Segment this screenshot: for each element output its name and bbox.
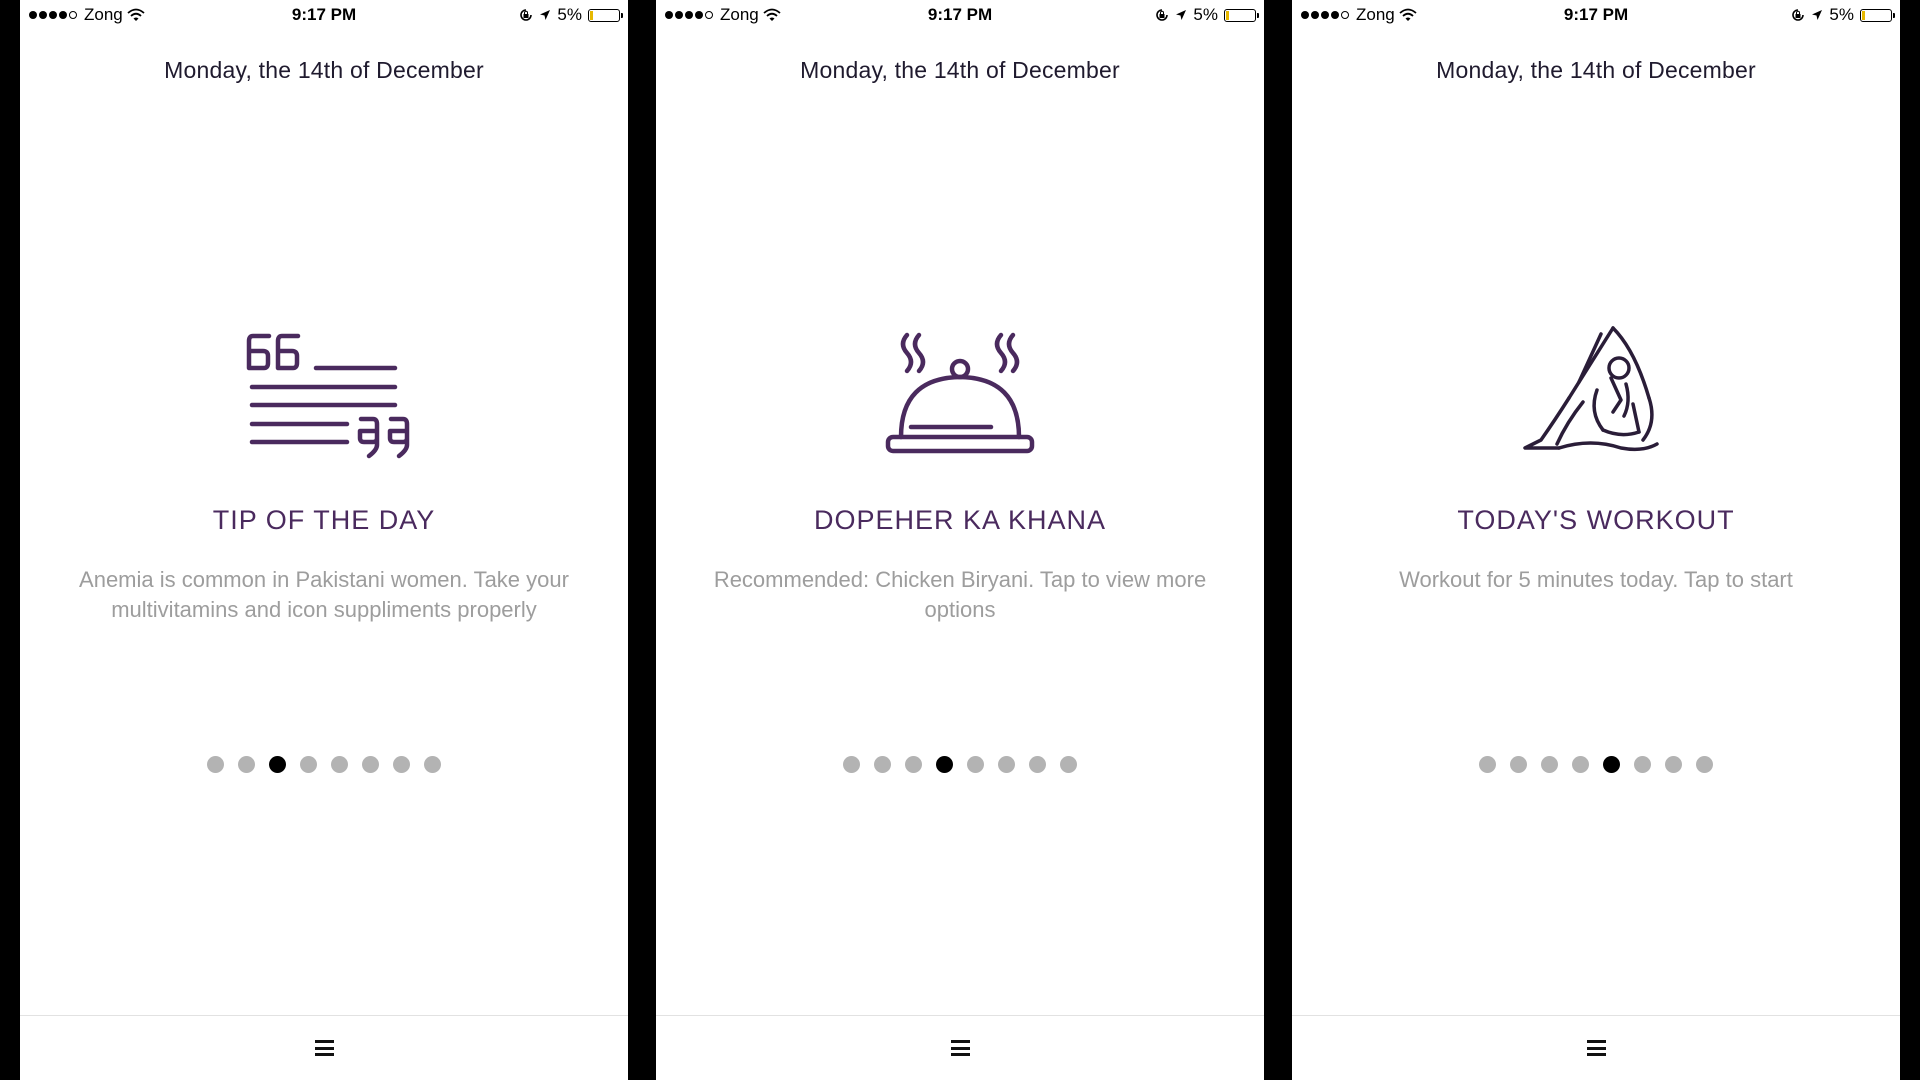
page-dot[interactable]: [1696, 756, 1713, 773]
hamburger-menu-icon[interactable]: [950, 1040, 970, 1056]
page-dot[interactable]: [331, 756, 348, 773]
phone-screen-tip: Zong 9:17 PM 5% Monday, the 14th of Dece…: [20, 0, 628, 1080]
orientation-lock-icon: [1792, 9, 1805, 21]
status-right: 5%: [1791, 5, 1895, 25]
quote-icon[interactable]: [199, 320, 449, 470]
page-indicator[interactable]: [20, 756, 628, 773]
orientation-lock-icon: [520, 9, 533, 21]
page-dot[interactable]: [1541, 756, 1558, 773]
page-indicator[interactable]: [656, 756, 1264, 773]
page-dot[interactable]: [1510, 756, 1527, 773]
phone-screen-food: Zong 9:17 PM 5% Monday, the 14th of Dece…: [656, 0, 1264, 1080]
page-title-date: Monday, the 14th of December: [800, 57, 1120, 83]
status-bar: Zong 9:17 PM 5%: [656, 0, 1264, 30]
page-dot[interactable]: [967, 756, 984, 773]
phone-screen-workout: Zong 9:17 PM 5% Monday, the 14th of Dece…: [1292, 0, 1900, 1080]
bottom-bar: [20, 1015, 628, 1080]
page-indicator[interactable]: [1292, 756, 1900, 773]
page-dot[interactable]: [1665, 756, 1682, 773]
orientation-lock-icon: [1156, 9, 1169, 21]
status-bar: Zong 9:17 PM 5%: [20, 0, 628, 30]
status-bar: Zong 9:17 PM 5%: [1292, 0, 1900, 30]
status-right: 5%: [519, 5, 623, 25]
card-heading[interactable]: TODAY'S WORKOUT: [1292, 505, 1900, 536]
battery-icon: [1224, 8, 1259, 22]
page-dot[interactable]: [1479, 756, 1496, 773]
card-heading[interactable]: TIP OF THE DAY: [20, 505, 628, 536]
hamburger-menu-icon[interactable]: [1586, 1040, 1606, 1056]
page-dot-active[interactable]: [269, 756, 286, 773]
page-dot-active[interactable]: [1603, 756, 1620, 773]
page-dot[interactable]: [905, 756, 922, 773]
page-dot-active[interactable]: [936, 756, 953, 773]
page-title-date: Monday, the 14th of December: [164, 57, 484, 83]
page-dot[interactable]: [1029, 756, 1046, 773]
screenshot-composite: Zong 9:17 PM 5% Monday, the 14th of Dece…: [0, 0, 1920, 1080]
page-title-date: Monday, the 14th of December: [1436, 57, 1756, 83]
page-dot[interactable]: [843, 756, 860, 773]
page-dot[interactable]: [1060, 756, 1077, 773]
bottom-bar: [656, 1015, 1264, 1080]
card-heading[interactable]: DOPEHER KA KHANA: [656, 505, 1264, 536]
card-body-text[interactable]: Recommended: Chicken Biryani. Tap to vie…: [694, 565, 1226, 625]
page-dot[interactable]: [238, 756, 255, 773]
cloche-food-icon[interactable]: [835, 320, 1085, 470]
battery-icon: [588, 8, 623, 22]
battery-percent: 5%: [1193, 5, 1218, 24]
page-dot[interactable]: [207, 756, 224, 773]
card-body-text[interactable]: Anemia is common in Pakistani women. Tak…: [58, 565, 590, 625]
battery-percent: 5%: [1829, 5, 1854, 24]
yoga-pose-icon[interactable]: [1471, 320, 1721, 470]
page-dot[interactable]: [393, 756, 410, 773]
page-dot[interactable]: [1572, 756, 1589, 773]
page-dot[interactable]: [874, 756, 891, 773]
location-arrow-icon: [1812, 10, 1823, 20]
status-right: 5%: [1155, 5, 1259, 25]
card-body-text[interactable]: Workout for 5 minutes today. Tap to star…: [1330, 565, 1862, 595]
battery-percent: 5%: [557, 5, 582, 24]
page-dot[interactable]: [998, 756, 1015, 773]
page-dot[interactable]: [362, 756, 379, 773]
hamburger-menu-icon[interactable]: [314, 1040, 334, 1056]
location-arrow-icon: [1176, 10, 1187, 20]
battery-icon: [1860, 8, 1895, 22]
bottom-bar: [1292, 1015, 1900, 1080]
page-dot[interactable]: [1634, 756, 1651, 773]
page-dot[interactable]: [424, 756, 441, 773]
page-dot[interactable]: [300, 756, 317, 773]
location-arrow-icon: [540, 10, 551, 20]
